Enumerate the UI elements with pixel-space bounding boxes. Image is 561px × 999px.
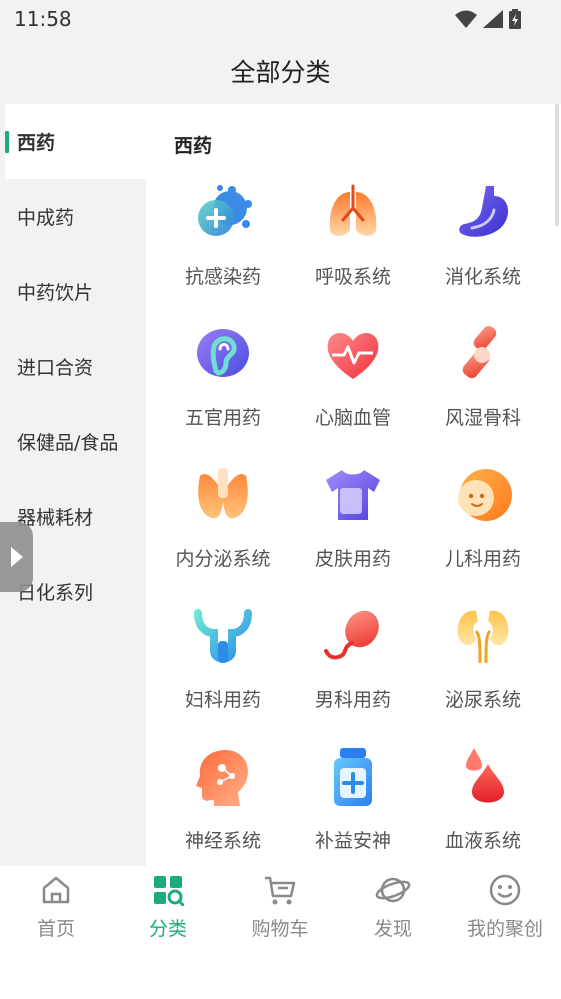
bottom-tab-bar: 首页 分类 购物车 发现 我的聚创 [0,866,561,999]
category-urinary[interactable]: 泌尿系统 [418,605,548,746]
category-rheumatology-orthopedics[interactable]: 风湿骨科 [418,323,548,464]
category-label: 风湿骨科 [444,407,521,429]
tab-label: 购物车 [251,918,309,940]
tab-home[interactable]: 首页 [0,874,112,941]
panel-scrollbar[interactable] [555,104,559,226]
category-label: 呼吸系统 [314,266,391,288]
tab-label: 分类 [148,918,187,940]
tab-cart[interactable]: 购物车 [224,874,336,941]
category-label: 补益安神 [314,830,391,852]
stomach-icon [452,182,514,244]
page-title: 全部分类 [230,58,331,87]
category-grid: 抗感染药 呼吸系统 消化系统 五官用药 心脑血管 风湿骨科 内分泌系统 皮肤用药… [158,182,550,866]
panel-title: 西药 [174,135,213,157]
category-anti-infective[interactable]: 抗感染药 [158,182,288,323]
sidebar-item-chinese-patent-medicine[interactable]: 中成药 [0,179,146,254]
tab-mine[interactable]: 我的聚创 [449,874,561,941]
status-time: 11:58 [14,7,72,31]
wifi-icon [455,10,477,28]
category-digestive[interactable]: 消化系统 [418,182,548,323]
heart-pulse-icon [322,323,384,385]
sidebar-item-label: 进口合资 [17,357,94,379]
category-label: 五官用药 [184,407,261,429]
sidebar-item-label: 保健品/食品 [17,432,119,454]
category-panel: 西药 抗感染药 呼吸系统 消化系统 五官用药 心脑血管 风湿骨科 内分泌系统 皮… [146,104,556,866]
category-respiratory[interactable]: 呼吸系统 [288,182,418,323]
category-pediatrics[interactable]: 儿科用药 [418,464,548,605]
uterus-icon [192,605,254,667]
signal-icon [483,10,503,28]
floating-expand-handle[interactable] [0,522,33,592]
tab-discover[interactable]: 发现 [337,874,449,941]
sidebar-item-label: 中药饮片 [17,282,94,304]
sidebar-item-label: 中成药 [17,207,75,229]
system-icons [455,9,521,29]
category-sidebar: 西药 中成药 中药饮片 进口合资 保健品/食品 器械耗材 日化系列 [0,104,146,866]
planet-icon [375,877,411,903]
tab-label: 发现 [373,918,412,940]
category-endocrine[interactable]: 内分泌系统 [158,464,288,605]
ear-icon [192,323,254,385]
category-hematology[interactable]: 血液系统 [418,746,548,866]
baby-face-icon [452,464,514,526]
tab-category[interactable]: 分类 [112,874,224,941]
category-label: 血液系统 [444,830,521,852]
category-label: 男科用药 [314,689,391,711]
home-icon [42,876,70,904]
category-gynecology[interactable]: 妇科用药 [158,605,288,746]
category-cardio-cerebral[interactable]: 心脑血管 [288,323,418,464]
sidebar-item-label: 西药 [17,132,56,154]
kidney-icon [452,605,514,667]
category-tonic-sedative[interactable]: 补益安神 [288,746,418,866]
category-andrology[interactable]: 男科用药 [288,605,418,746]
play-arrow-icon [10,547,23,567]
category-label: 内分泌系统 [175,548,271,570]
category-label: 妇科用药 [184,689,261,711]
medicine-bottle-icon [322,746,384,808]
brain-head-icon [192,746,254,808]
status-bar: 11:58 [0,0,561,38]
category-label: 儿科用药 [444,548,521,570]
virus-icon [192,182,254,244]
category-label: 泌尿系统 [444,689,521,711]
page-header: 全部分类 [0,38,561,104]
smiley-icon [489,874,521,906]
category-label: 消化系统 [444,266,521,288]
tab-label: 首页 [36,918,75,940]
sidebar-item-herbal-pieces[interactable]: 中药饮片 [0,254,146,329]
sidebar-item-western-medicine[interactable]: 西药 [5,104,146,179]
sperm-icon [322,605,384,667]
battery-icon [509,9,521,29]
category-ent[interactable]: 五官用药 [158,323,288,464]
tab-label: 我的聚创 [466,918,543,940]
category-label: 皮肤用药 [314,548,391,570]
thyroid-icon [192,464,254,526]
category-label: 心脑血管 [314,407,391,429]
shirt-icon [322,464,384,526]
category-label: 神经系统 [184,830,261,852]
category-label: 抗感染药 [184,266,261,288]
bone-icon [452,323,514,385]
lungs-icon [322,182,384,244]
category-neurology[interactable]: 神经系统 [158,746,288,866]
sidebar-item-health-food[interactable]: 保健品/食品 [0,404,146,479]
category-dermatology[interactable]: 皮肤用药 [288,464,418,605]
sidebar-item-imported[interactable]: 进口合资 [0,329,146,404]
cart-icon [265,876,296,905]
blood-drop-icon [452,746,514,808]
category-icon [154,876,184,906]
